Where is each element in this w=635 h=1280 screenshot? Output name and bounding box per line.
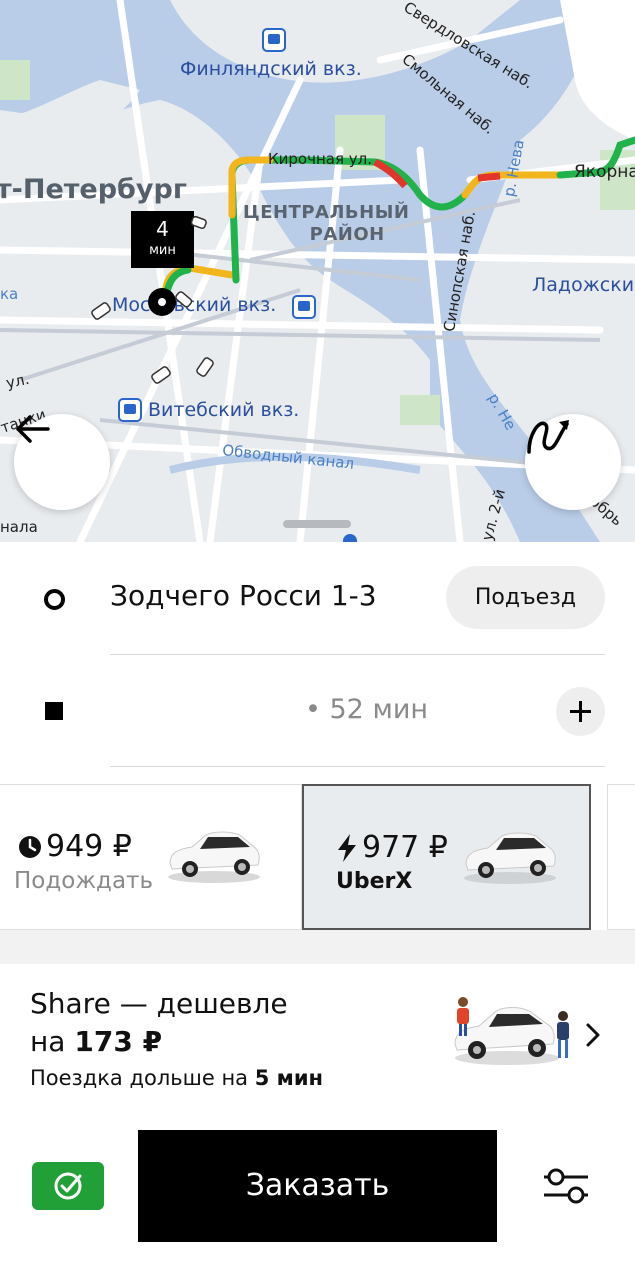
ride-option-next[interactable] bbox=[607, 784, 635, 930]
entrance-button[interactable]: Подъезд bbox=[446, 566, 605, 629]
order-button[interactable]: Заказать bbox=[138, 1130, 497, 1242]
ride-option-uberx[interactable]: 977 ₽ UberX bbox=[302, 784, 591, 930]
pickup-circle-icon bbox=[44, 589, 65, 610]
ride-options: 949 ₽ Подождать 977 ₽ UberX bbox=[0, 778, 635, 933]
destination-row[interactable]: • 52 мин bbox=[0, 654, 635, 766]
share-promo-duration-prefix: Поездка дольше на bbox=[30, 1066, 255, 1090]
ride-option-name: Подождать bbox=[14, 868, 154, 894]
share-promo-savings-amount: 173 ₽ bbox=[74, 1025, 163, 1058]
share-promo-savings: на 173 ₽ bbox=[30, 1024, 162, 1060]
car-image bbox=[168, 831, 260, 883]
ride-preferences-button[interactable] bbox=[534, 1160, 598, 1212]
destination-eta: • 52 мин bbox=[305, 694, 429, 725]
divider bbox=[110, 766, 605, 767]
route-icon bbox=[527, 420, 569, 454]
ride-option-price-value: 949 ₽ bbox=[46, 829, 132, 864]
ride-option-price-value: 977 ₽ bbox=[362, 830, 448, 865]
pickup-address[interactable]: Зодчего Росси 1-3 bbox=[110, 578, 377, 614]
car-image bbox=[464, 832, 556, 884]
sheet-drag-handle[interactable] bbox=[283, 520, 351, 528]
share-promo-savings-prefix: на bbox=[30, 1025, 75, 1058]
share-promo-title: Share — дешевле bbox=[30, 987, 288, 1020]
clock-icon bbox=[19, 836, 41, 858]
sber-check-icon bbox=[54, 1172, 82, 1200]
arrow-left-icon bbox=[16, 415, 50, 443]
route-overview-button[interactable] bbox=[525, 414, 621, 510]
section-separator bbox=[0, 930, 635, 964]
share-promo[interactable]: Share — дешевле на 173 ₽ Поездка дольше … bbox=[0, 964, 635, 1104]
lightning-icon bbox=[338, 834, 356, 862]
share-illustration bbox=[454, 997, 569, 1065]
destination-square-icon bbox=[45, 702, 63, 720]
ride-option-name: UberX bbox=[336, 869, 413, 894]
ride-option-price: 977 ₽ bbox=[336, 830, 448, 866]
ride-option-wait[interactable]: 949 ₽ Подождать bbox=[0, 784, 302, 930]
payment-method-button[interactable] bbox=[32, 1162, 104, 1210]
back-button[interactable] bbox=[14, 414, 110, 510]
share-promo-duration: Поездка дольше на 5 мин bbox=[30, 1064, 323, 1092]
sliders-icon bbox=[544, 1168, 588, 1204]
share-promo-duration-amount: 5 мин bbox=[254, 1066, 324, 1090]
ride-option-price: 949 ₽ bbox=[18, 829, 132, 865]
map[interactable]: т-Петербург ЦЕНТРАЛЬНЫЙ РАЙОН Финляндски… bbox=[0, 0, 635, 542]
pickup-row[interactable]: Зодчего Росси 1-3 Подъезд bbox=[0, 542, 635, 654]
chevron-right-icon bbox=[586, 1023, 600, 1047]
add-stop-button[interactable] bbox=[556, 687, 605, 736]
